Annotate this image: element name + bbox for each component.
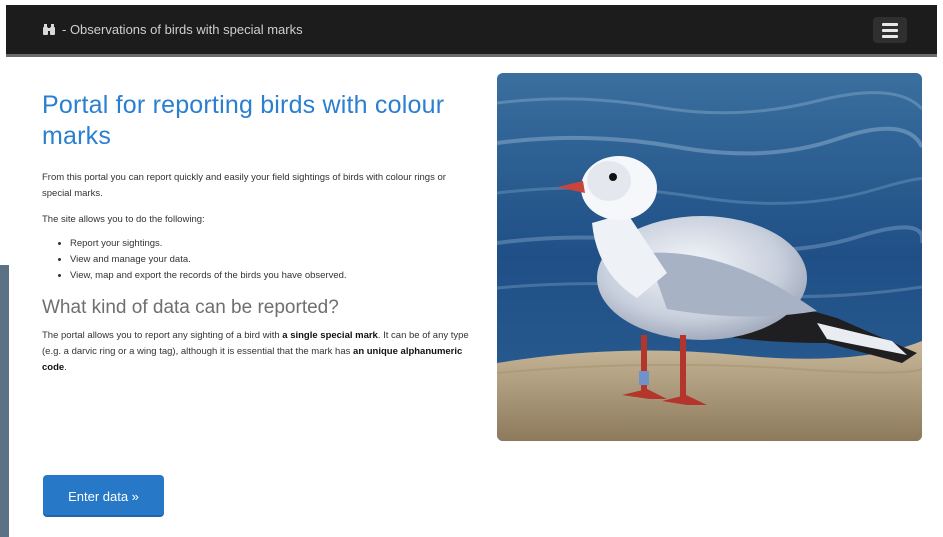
data-description: The portal allows you to report any sigh… xyxy=(42,330,469,373)
left-accent-bar xyxy=(0,265,9,537)
list-item: Report your sightings. xyxy=(70,236,472,252)
section-subtitle: What kind of data can be reported? xyxy=(42,297,339,318)
features-list: Report your sightings. View and manage y… xyxy=(42,236,472,284)
gull-photo xyxy=(497,73,922,441)
intro-text: From this portal you can report quickly … xyxy=(42,172,446,199)
list-item: View and manage your data. xyxy=(70,252,472,268)
page-title: Portal for reporting birds with colour m… xyxy=(42,91,445,150)
enter-data-button[interactable]: Enter data » xyxy=(43,475,164,517)
list-item: View, map and export the records of the … xyxy=(70,268,472,284)
allows-text: The site allows you to do the following: xyxy=(42,214,205,225)
main-content: Portal for reporting birds with colour m… xyxy=(42,90,472,376)
navbar: - Observations of birds with special mar… xyxy=(6,5,937,57)
brand-link[interactable]: - Observations of birds with special mar… xyxy=(42,22,303,37)
hamburger-menu-icon[interactable] xyxy=(873,17,907,43)
brand-text: - Observations of birds with special mar… xyxy=(62,22,303,37)
binoculars-icon xyxy=(43,24,55,35)
